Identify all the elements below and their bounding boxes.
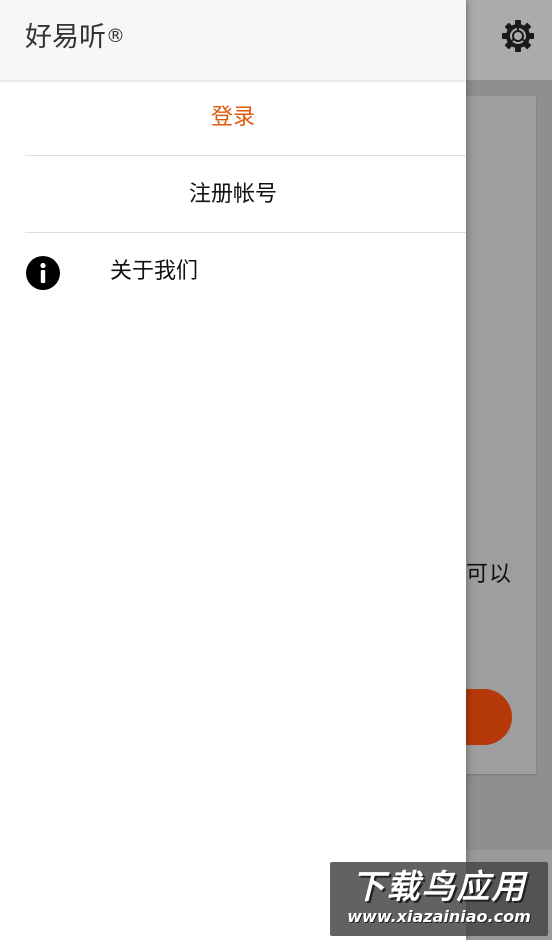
settings-gear-icon[interactable] xyxy=(500,18,536,54)
menu-divider xyxy=(25,232,466,233)
watermark-title: 下载鸟应用 xyxy=(351,867,527,906)
about-us-label: 关于我们 xyxy=(110,259,199,284)
registered-mark: ® xyxy=(106,25,125,47)
app-title: 好易听® xyxy=(25,20,125,56)
menu-divider xyxy=(25,155,466,156)
info-icon xyxy=(26,256,60,290)
navigation-drawer: 好易听® 登录 注册帐号 关于我们 xyxy=(0,0,466,940)
about-us-menu-item[interactable]: 关于我们 xyxy=(0,234,466,310)
watermark: 下载鸟应用 www.xiazainiao.com xyxy=(330,862,548,936)
login-menu-item[interactable]: 登录 xyxy=(0,80,466,156)
app-title-text: 好易听 xyxy=(25,22,106,53)
background-card-text: 可以 xyxy=(466,562,513,587)
watermark-url: www.xiazainiao.com xyxy=(347,907,531,926)
register-account-menu-item[interactable]: 注册帐号 xyxy=(0,157,466,233)
drawer-header: 好易听® xyxy=(0,0,466,80)
